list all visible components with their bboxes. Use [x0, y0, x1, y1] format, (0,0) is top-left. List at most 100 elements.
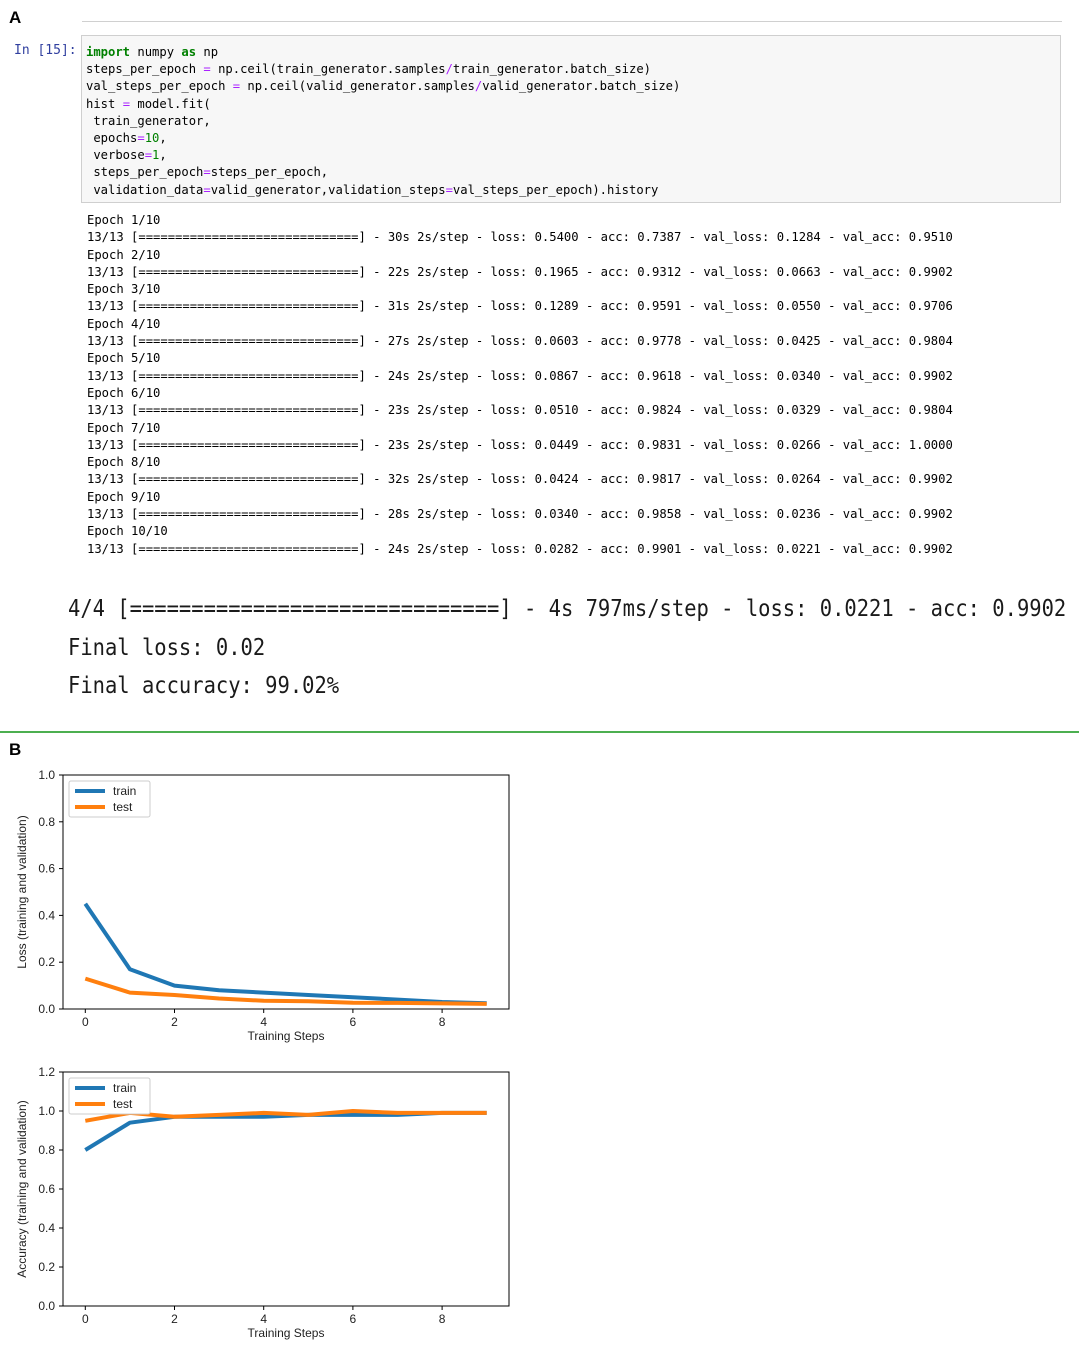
y-tick-label: 1.0	[38, 1104, 55, 1118]
code-token: steps_per_epoch,	[210, 165, 329, 180]
code-token: steps_per_epoch	[86, 62, 204, 77]
x-tick-label: 6	[350, 1312, 357, 1326]
panel-separator	[0, 731, 1079, 733]
code-token: =	[203, 62, 211, 77]
code-line: verbose=1,	[86, 147, 680, 164]
evaluation-line: 4/4 [==============================] - 4…	[68, 596, 1067, 622]
code-line: steps_per_epoch = np.ceil(train_generato…	[86, 61, 680, 78]
x-axis-title: Training Steps	[248, 1326, 325, 1340]
x-tick-label: 8	[439, 1015, 446, 1029]
legend-box	[68, 1077, 151, 1115]
code-token: np.ceil(train_generator.samples	[210, 62, 446, 77]
code-line: hist = model.fit(	[86, 96, 680, 113]
x-tick-label: 0	[82, 1015, 89, 1029]
code-token: model.fit(	[130, 96, 211, 111]
code-cell[interactable]: import numpy as np steps_per_epoch = np.c…	[81, 35, 1061, 203]
output-line: 13/13 [==============================] -…	[87, 472, 953, 487]
cell-output: Epoch 1/10 13/13 [=======================…	[87, 212, 953, 558]
code-token: ,	[159, 131, 167, 146]
y-tick-label: 1.0	[38, 768, 55, 782]
code-token: /	[445, 62, 453, 77]
x-tick-label: 6	[350, 1015, 357, 1029]
code-line: validation_data=valid_generator,validati…	[86, 182, 680, 199]
code-token: train_generator.batch_size)	[452, 62, 652, 77]
code-token: =	[203, 165, 211, 180]
output-line: 13/13 [==============================] -…	[87, 299, 953, 314]
code-token: np.ceil(valid_generator.samples	[240, 79, 475, 94]
y-tick-label: 0.4	[38, 908, 55, 922]
code-token: =	[445, 182, 453, 197]
code-token: val_steps_per_epoch	[86, 79, 233, 94]
code-token: as	[181, 45, 197, 59]
y-tick-label: 0.8	[38, 1143, 55, 1157]
code-token: train_generator,	[86, 113, 211, 128]
output-line: Epoch 7/10	[87, 420, 161, 435]
code-token: =	[232, 79, 241, 94]
output-line: 13/13 [==============================] -…	[87, 334, 953, 349]
panel-label-b: B	[9, 740, 22, 759]
x-axis-title: Training Steps	[248, 1029, 325, 1043]
y-tick-label: 0.8	[38, 815, 55, 829]
y-tick-label: 0.6	[38, 862, 55, 876]
code-token: val_steps_per_epoch).history	[452, 182, 659, 197]
code-token: import	[86, 45, 131, 59]
output-line: Epoch 6/10	[87, 385, 161, 400]
code-token: steps_per_epoch	[86, 165, 204, 180]
code-token: =	[203, 182, 211, 197]
code-line: steps_per_epoch=steps_per_epoch,	[86, 164, 680, 181]
evaluation-output: 4/4 [==============================] - 4…	[68, 590, 1066, 706]
code-token: valid_generator,validation_steps	[210, 182, 446, 197]
x-tick-label: 2	[171, 1015, 178, 1029]
x-tick-label: 2	[171, 1312, 178, 1326]
y-tick-label: 0.2	[38, 1260, 55, 1274]
code-token: =	[122, 96, 131, 111]
code-token: hist	[86, 96, 123, 111]
output-line: Epoch 9/10	[87, 489, 161, 504]
y-tick-label: 0.6	[38, 1182, 55, 1196]
code-editor[interactable]: import numpy as np steps_per_epoch = np.c…	[86, 44, 680, 199]
output-line: Epoch 8/10	[87, 455, 161, 470]
x-tick-label: 4	[260, 1312, 267, 1326]
accuracy-chart: 0.0 0.2 0.4 0.6 0.8 1.0 1.2 0 2 4 6 8 Training Steps…	[15, 1065, 510, 1340]
loss-chart: 0.0 0.2 0.4 0.6 0.8 1.0 0 2 4 6 8 Training Steps Los…	[15, 768, 510, 1043]
code-token: =	[144, 148, 153, 163]
y-tick-label: 1.2	[38, 1065, 55, 1079]
output-line: 13/13 [==============================] -…	[87, 507, 953, 522]
code-token: epochs	[86, 131, 138, 146]
output-line: Epoch 4/10	[87, 316, 161, 331]
legend-box	[68, 780, 151, 818]
code-token: ,	[159, 148, 167, 163]
output-line: 13/13 [==============================] -…	[87, 437, 953, 452]
output-line: 13/13 [==============================] -…	[87, 368, 953, 383]
output-line: 13/13 [==============================] -…	[87, 264, 953, 279]
output-line: Epoch 10/10	[87, 524, 168, 539]
y-tick-label: 0.4	[38, 1221, 55, 1235]
legend-label-test: test	[113, 800, 133, 814]
cell-prompt: In [15]:	[14, 43, 77, 58]
code-line: epochs=10,	[86, 130, 680, 147]
code-line: train_generator,	[86, 113, 680, 130]
code-token: np	[196, 45, 219, 59]
legend-label-train: train	[113, 784, 136, 798]
top-divider	[82, 21, 1062, 22]
output-line: Epoch 1/10	[87, 213, 161, 227]
evaluation-line: Final accuracy: 99.02%	[68, 673, 340, 700]
code-token: 10	[144, 131, 160, 146]
y-tick-label: 0.2	[38, 955, 55, 969]
code-token: =	[137, 131, 145, 146]
legend: train test	[68, 780, 151, 818]
output-line: 13/13 [==============================] -…	[87, 541, 953, 556]
x-tick-label: 0	[82, 1312, 89, 1326]
legend-label-train: train	[113, 1081, 136, 1095]
code-token: validation_data	[86, 182, 204, 197]
code-token: numpy	[130, 45, 182, 59]
code-line: val_steps_per_epoch = np.ceil(valid_gene…	[86, 78, 680, 95]
y-tick-label: 0.0	[38, 1299, 55, 1313]
legend-label-test: test	[113, 1097, 133, 1111]
output-line: Epoch 3/10	[87, 282, 161, 297]
evaluation-line: Final loss: 0.02	[68, 634, 266, 661]
output-line: 13/13 [==============================] -…	[87, 403, 953, 418]
code-token: verbose	[86, 148, 145, 163]
x-tick-label: 4	[260, 1015, 267, 1029]
legend: train test	[68, 1077, 151, 1115]
